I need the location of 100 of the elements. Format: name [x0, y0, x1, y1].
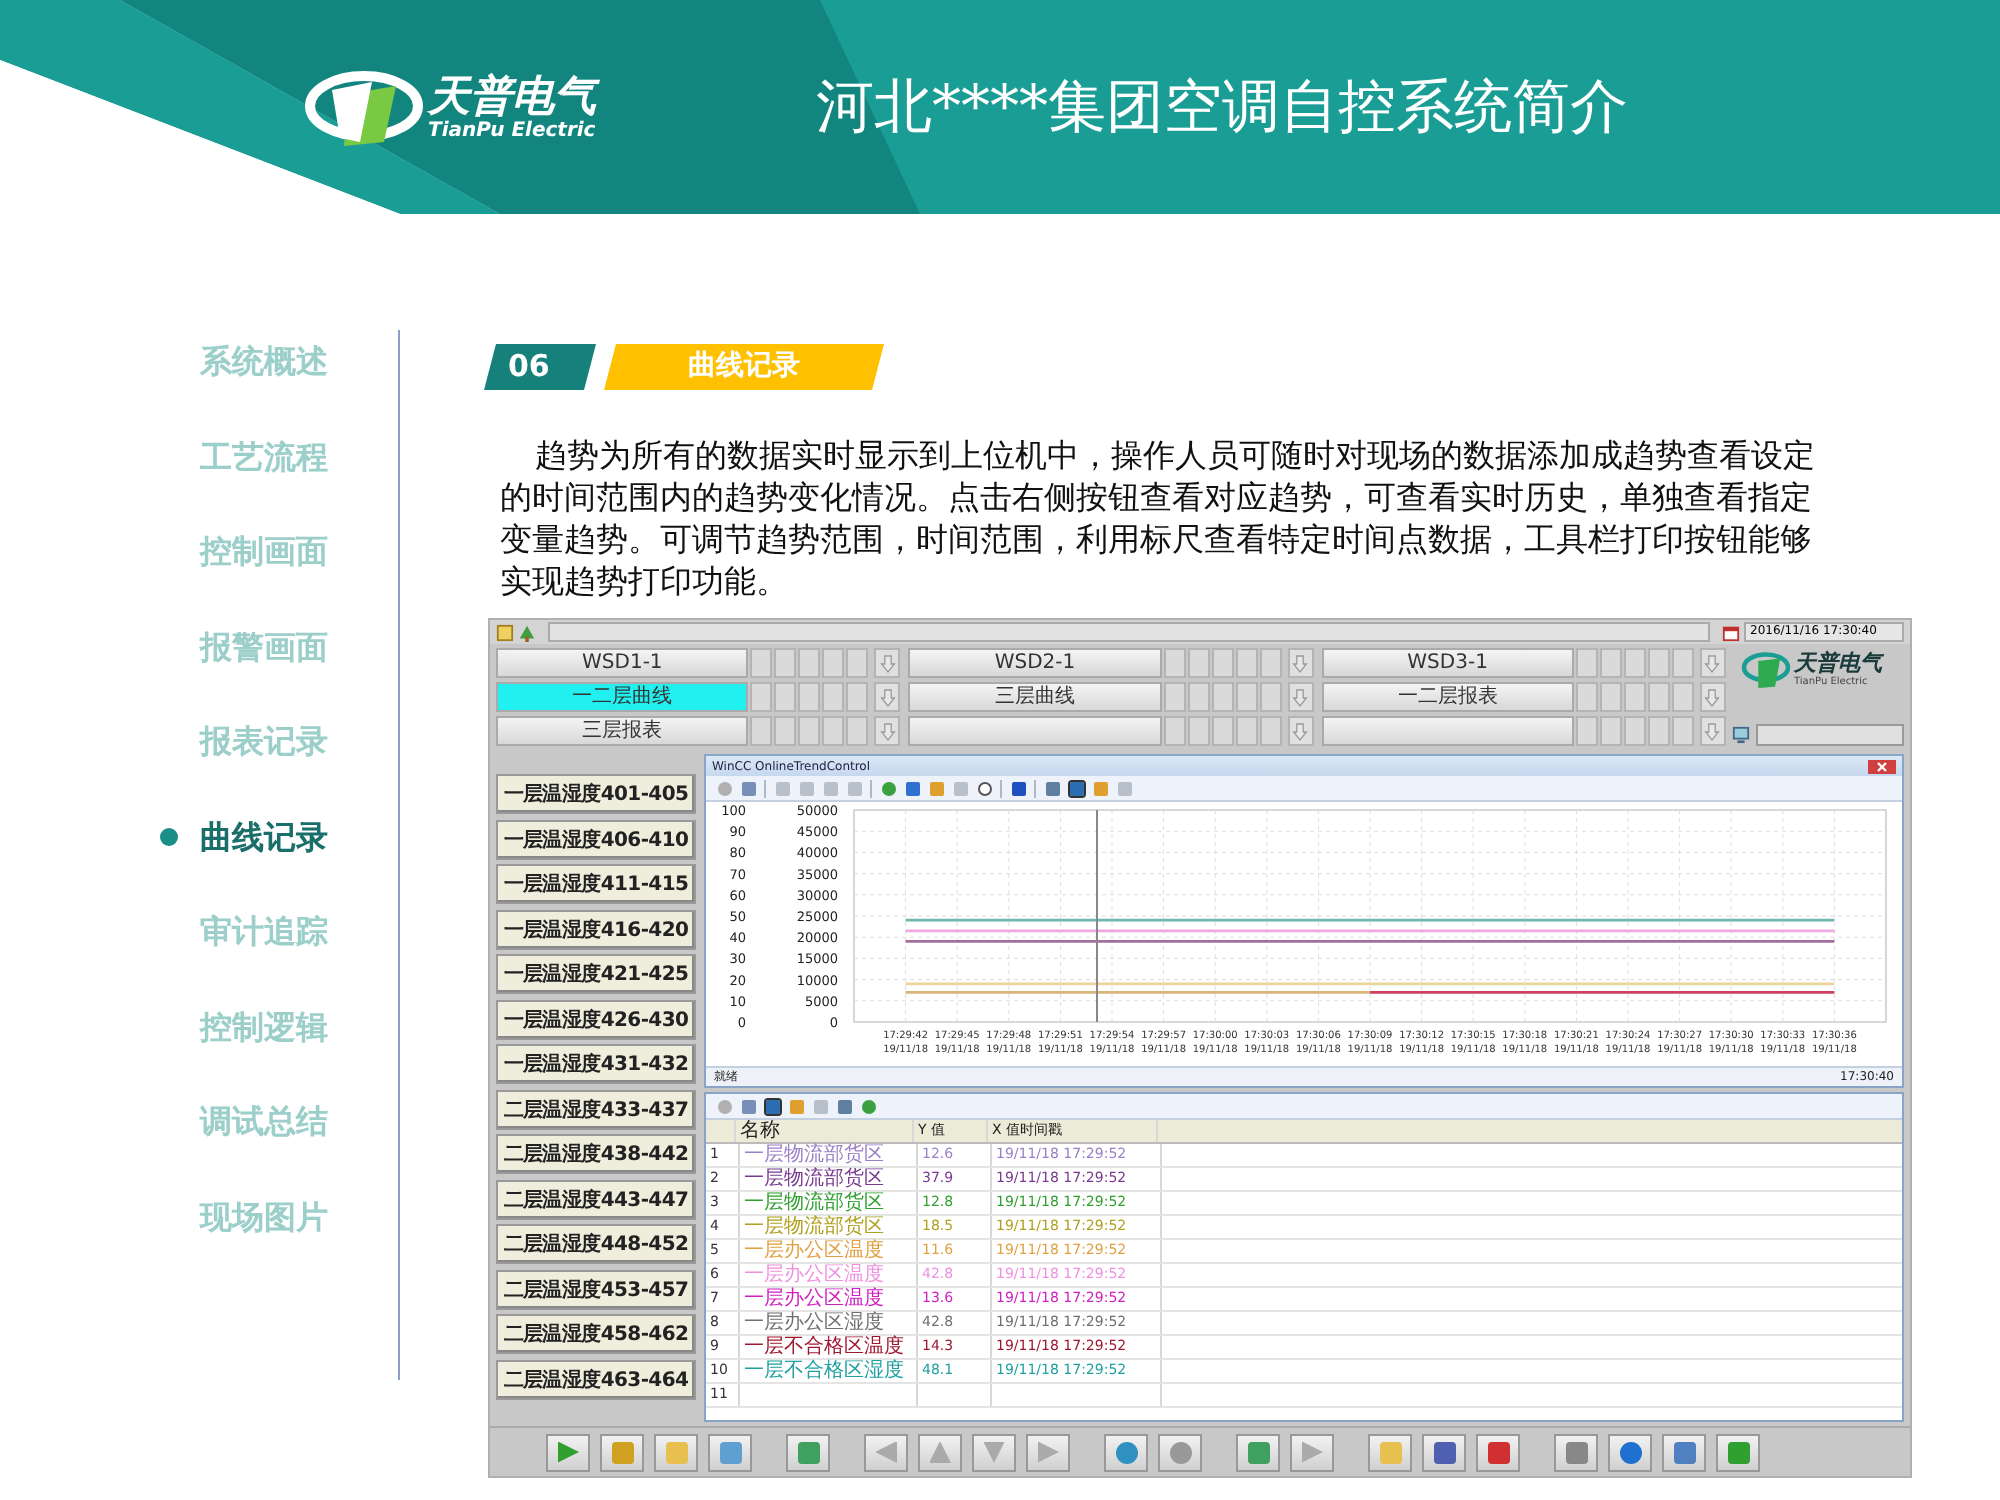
small-button[interactable]: [774, 716, 797, 746]
section-number: 06: [484, 344, 596, 390]
small-button[interactable]: [822, 716, 845, 746]
table-cell: 一层物流部货区: [740, 1216, 918, 1238]
small-button[interactable]: [798, 716, 821, 746]
room-button[interactable]: 二层温湿度458-462: [496, 1314, 696, 1354]
small-button[interactable]: [750, 682, 773, 712]
table-cell: 一层物流部货区: [740, 1168, 918, 1190]
room-button[interactable]: 一层温湿度421-425: [496, 954, 696, 994]
table-cell: 一层办公区湿度: [740, 1312, 918, 1334]
small-button[interactable]: [1599, 648, 1622, 678]
down-arrow-button[interactable]: [1287, 716, 1314, 746]
room-button[interactable]: 二层温湿度438-442: [496, 1134, 696, 1174]
small-button[interactable]: [1623, 648, 1646, 678]
room-button[interactable]: 一层温湿度411-415: [496, 864, 696, 904]
logo-icon: [1740, 648, 1792, 692]
small-button[interactable]: [1235, 716, 1258, 746]
small-button[interactable]: [1211, 682, 1234, 712]
toolbar-button[interactable]: [974, 778, 994, 798]
logo-text: 天普电气: [428, 72, 596, 120]
small-button[interactable]: [750, 648, 773, 678]
mode-button[interactable]: [908, 716, 1162, 746]
small-button[interactable]: [1647, 716, 1670, 746]
small-button[interactable]: [1575, 682, 1598, 712]
ruler-line[interactable]: [1096, 810, 1099, 1022]
small-button[interactable]: [846, 648, 869, 678]
down-arrow-button[interactable]: [874, 682, 901, 712]
room-button[interactable]: 二层温湿度443-447: [496, 1179, 696, 1219]
small-button[interactable]: [1259, 648, 1282, 678]
small-button[interactable]: [1671, 648, 1694, 678]
table-cell: 一层不合格区湿度: [740, 1360, 918, 1382]
down-arrow-button[interactable]: [1699, 716, 1726, 746]
small-button[interactable]: [1575, 716, 1598, 746]
down-arrow-button[interactable]: [1699, 682, 1726, 712]
nav-item[interactable]: 曲线记录: [200, 813, 398, 859]
mode-button[interactable]: WSD1-1: [496, 648, 749, 678]
table-cell: 一层物流部货区: [740, 1192, 918, 1214]
small-button[interactable]: [1623, 682, 1646, 712]
small-button[interactable]: [1211, 648, 1234, 678]
small-button[interactable]: [1671, 716, 1694, 746]
small-button[interactable]: [1259, 682, 1282, 712]
mode-button[interactable]: 一二层曲线: [496, 682, 749, 712]
toolbar-button[interactable]: [1066, 778, 1086, 798]
small-button[interactable]: [798, 682, 821, 712]
small-button[interactable]: [846, 716, 869, 746]
small-button[interactable]: [1259, 716, 1282, 746]
room-button[interactable]: 二层温湿度453-457: [496, 1269, 696, 1309]
small-button[interactable]: [1671, 682, 1694, 712]
down-arrow-button[interactable]: [1699, 648, 1726, 678]
small-button[interactable]: [1187, 648, 1210, 678]
small-button[interactable]: [774, 648, 797, 678]
small-button[interactable]: [1163, 648, 1186, 678]
small-button[interactable]: [1235, 648, 1258, 678]
small-button[interactable]: [750, 716, 773, 746]
table-cell: 一层办公区温度: [740, 1240, 918, 1262]
room-button[interactable]: 二层温湿度463-464: [496, 1359, 696, 1399]
small-button[interactable]: [798, 648, 821, 678]
small-button[interactable]: [774, 682, 797, 712]
mode-button[interactable]: 三层报表: [496, 716, 749, 746]
toolbar-button[interactable]: [762, 1096, 782, 1116]
room-button[interactable]: 一层温湿度431-432: [496, 1044, 696, 1084]
bullet-icon: [160, 827, 178, 845]
down-arrow-button[interactable]: [874, 716, 901, 746]
small-button[interactable]: [1575, 648, 1598, 678]
room-button[interactable]: 一层温湿度401-405: [496, 774, 696, 814]
small-button[interactable]: [846, 682, 869, 712]
room-button[interactable]: 一层温湿度416-420: [496, 909, 696, 949]
small-button[interactable]: [1647, 648, 1670, 678]
monitor-icon: [1732, 726, 1750, 744]
room-button[interactable]: 一层温湿度406-410: [496, 819, 696, 859]
room-button[interactable]: 一层温湿度426-430: [496, 999, 696, 1039]
table-cell: 一层不合格区温度: [740, 1336, 918, 1358]
small-button[interactable]: [1647, 682, 1670, 712]
room-button[interactable]: 二层温湿度433-437: [496, 1089, 696, 1129]
mode-button[interactable]: 一二层报表: [1321, 682, 1574, 712]
small-button[interactable]: [1623, 716, 1646, 746]
small-button[interactable]: [1163, 716, 1186, 746]
small-button[interactable]: [1599, 716, 1622, 746]
small-button[interactable]: [1211, 716, 1234, 746]
small-button[interactable]: [1163, 682, 1186, 712]
paragraph: 趋势为所有的数据实时显示到上位机中，操作人员可随时对现场的数据添加成趋势查看设定的时间范围内的趋势变化情况。点击右侧按钮查看对应趋势，可查看实时历史，单独查看指定变量趋势。可调节趋势范围，时间范围，利用标尺查看特定时间点数据，工具栏打印按钮能够实现趋势打印功能。: [500, 434, 1818, 602]
down-arrow-button[interactable]: [1287, 682, 1314, 712]
close-button[interactable]: [1868, 759, 1896, 773]
small-button[interactable]: [1187, 682, 1210, 712]
mode-button[interactable]: WSD3-1: [1321, 648, 1574, 678]
small-button[interactable]: [822, 682, 845, 712]
mode-button[interactable]: WSD2-1: [908, 648, 1162, 678]
small-button[interactable]: [1187, 716, 1210, 746]
small-button[interactable]: [1235, 682, 1258, 712]
small-button[interactable]: [822, 648, 845, 678]
down-arrow-button[interactable]: [1287, 648, 1314, 678]
tree-icon: [518, 623, 536, 641]
mode-button[interactable]: [1321, 716, 1574, 746]
small-button[interactable]: [1599, 682, 1622, 712]
logo-text: 天普电气: [1794, 652, 1882, 676]
down-arrow-button[interactable]: [874, 648, 901, 678]
mode-button[interactable]: 三层曲线: [908, 682, 1162, 712]
toolbar-button[interactable]: [1008, 778, 1028, 798]
room-button[interactable]: 二层温湿度448-452: [496, 1224, 696, 1264]
toolbar-button[interactable]: [1422, 1433, 1466, 1471]
